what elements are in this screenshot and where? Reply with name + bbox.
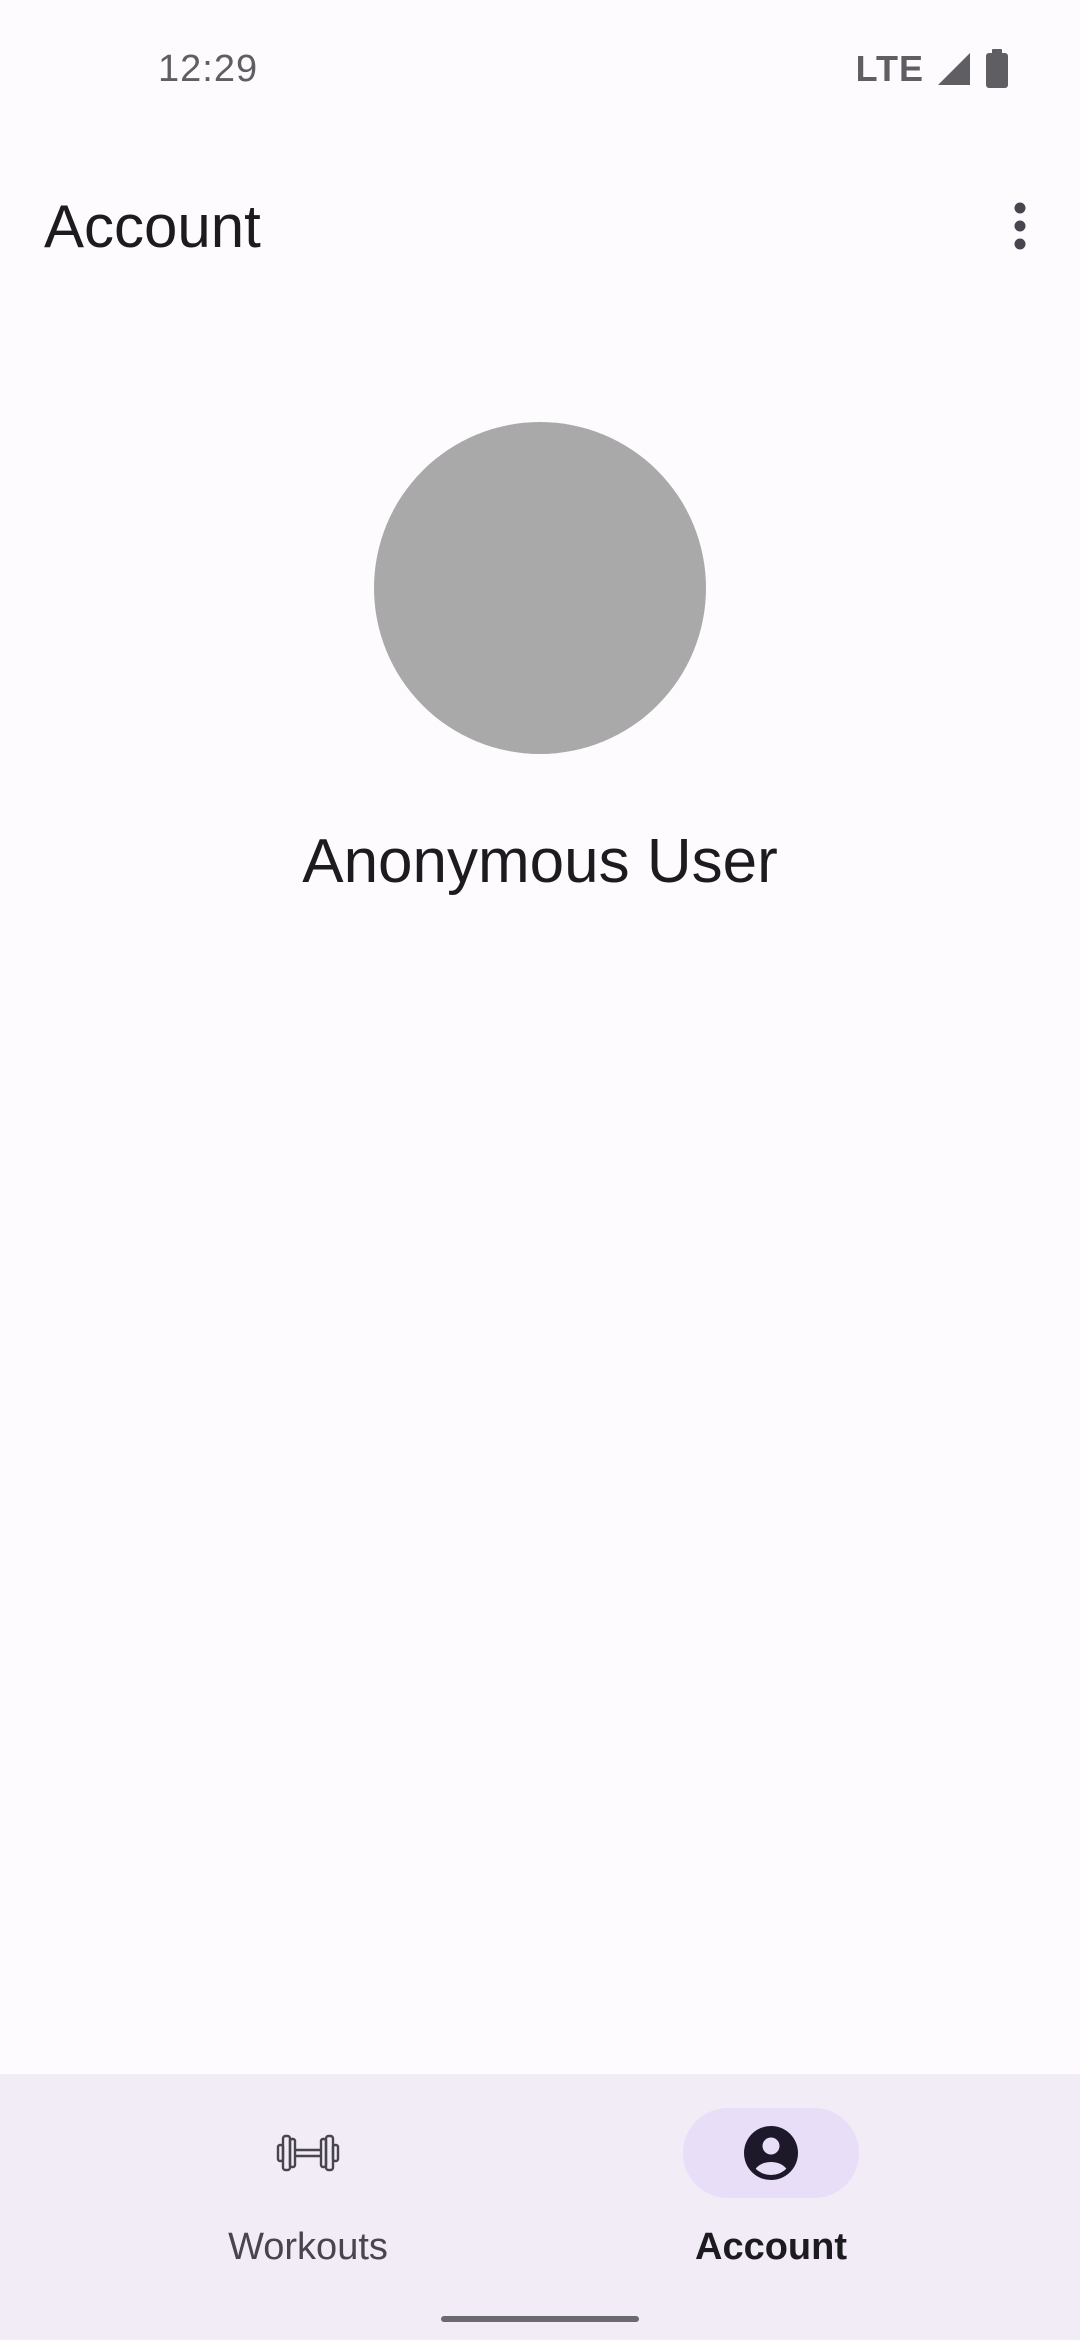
dumbbell-icon	[276, 2134, 340, 2172]
nav-item-account[interactable]: Account	[621, 2108, 921, 2278]
network-type: LTE	[855, 48, 924, 89]
status-bar: 12:29 LTE	[0, 0, 1080, 140]
page-title: Account	[44, 193, 261, 260]
bottom-navigation-bar: Workouts Account	[0, 2074, 1080, 2340]
gesture-handle[interactable]	[441, 2316, 639, 2322]
more-options-button[interactable]	[984, 190, 1056, 262]
nav-label-account: Account	[695, 2226, 847, 2268]
battery-icon	[984, 49, 1010, 89]
avatar	[374, 422, 706, 754]
nav-indicator	[220, 2108, 396, 2198]
nav-indicator-active	[683, 2108, 859, 2198]
status-indicators: LTE	[856, 46, 1010, 92]
more-vert-icon	[1014, 202, 1026, 250]
nav-item-workouts[interactable]: Workouts	[158, 2108, 458, 2278]
signal-icon	[936, 51, 972, 87]
account-circle-icon	[744, 2126, 798, 2180]
top-app-bar: Account	[0, 170, 1080, 282]
user-name: Anonymous User	[302, 827, 778, 896]
status-time: 12:29	[158, 48, 259, 90]
nav-label-workouts: Workouts	[228, 2226, 388, 2268]
